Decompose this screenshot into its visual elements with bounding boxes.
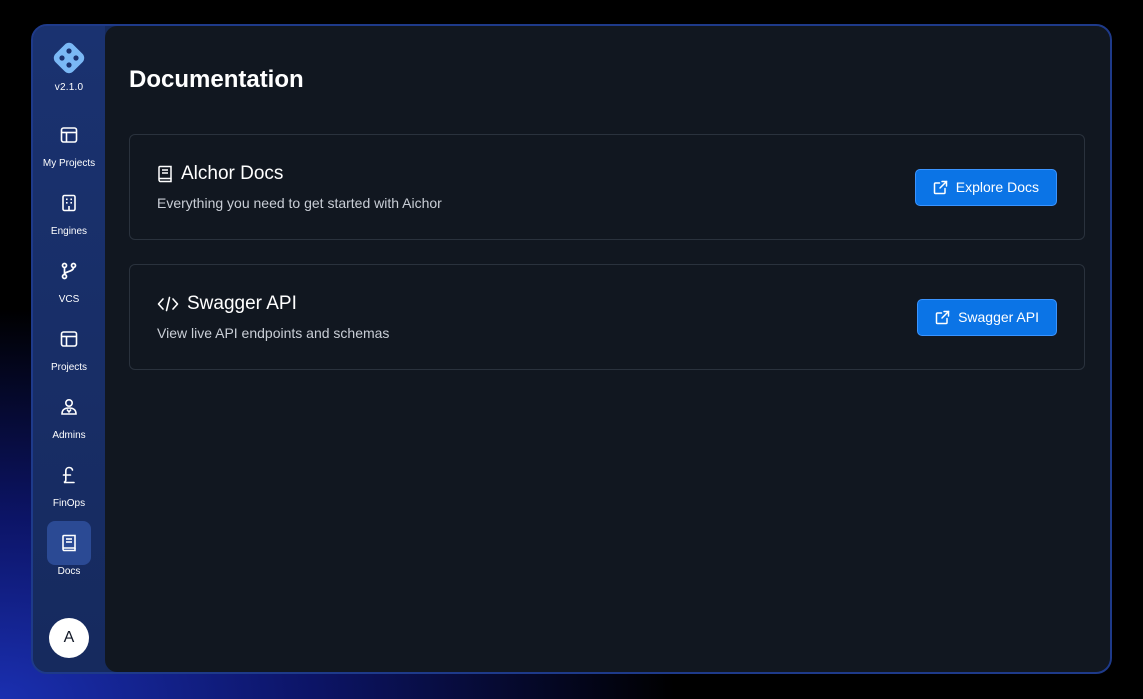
button-label: Explore Docs [955, 179, 1039, 195]
swagger-card: Swagger API View live API endpoints and … [129, 264, 1085, 370]
user-admin-icon [47, 385, 91, 429]
sidebar-item-label: Admins [52, 430, 86, 441]
code-icon [157, 296, 179, 312]
sidebar-item-label: Projects [50, 362, 88, 373]
book-icon [157, 165, 173, 183]
explore-docs-button[interactable]: Explore Docs [914, 168, 1057, 206]
card-text: Alchor Docs Everything you need to get s… [157, 163, 442, 211]
sidebar-item-docs[interactable]: Docs [33, 521, 105, 589]
sidebar-item-my-projects[interactable]: My Projects [33, 113, 105, 181]
app-shell: v2.1.0 My Projects Engines VCS Projects … [31, 24, 1112, 674]
sidebar-item-label: My Projects [42, 158, 96, 169]
sidebar-item-finops[interactable]: FinOps [33, 453, 105, 521]
sidebar-item-admins[interactable]: Admins [33, 385, 105, 453]
app-version: v2.1.0 [54, 82, 84, 93]
docs-card: Alchor Docs Everything you need to get s… [129, 134, 1085, 240]
sidebar-item-label: FinOps [52, 498, 86, 509]
app-logo-icon[interactable] [51, 40, 87, 76]
card-text: Swagger API View live API endpoints and … [157, 293, 389, 341]
card-title: Alchor Docs [181, 163, 284, 184]
book-icon [47, 521, 91, 565]
sidebar-nav: My Projects Engines VCS Projects Admins … [33, 113, 105, 589]
page-title: Documentation [129, 66, 304, 93]
card-title-row: Swagger API [157, 293, 389, 315]
git-branch-icon [47, 249, 91, 293]
layout-icon [47, 317, 91, 361]
main-content: Documentation Alchor Docs Everything you… [105, 26, 1110, 672]
external-link-icon [933, 180, 948, 195]
sidebar-item-label: Engines [50, 226, 88, 237]
button-label: Swagger API [958, 309, 1039, 325]
layout-icon [47, 113, 91, 157]
card-description: Everything you need to get started with … [157, 195, 442, 211]
swagger-api-button[interactable]: Swagger API [917, 298, 1057, 336]
sidebar-item-projects[interactable]: Projects [33, 317, 105, 385]
sidebar-item-engines[interactable]: Engines [33, 181, 105, 249]
pound-icon [47, 453, 91, 497]
card-description: View live API endpoints and schemas [157, 325, 390, 341]
sidebar-item-label: Docs [57, 566, 81, 577]
sidebar-item-vcs[interactable]: VCS [33, 249, 105, 317]
card-title: Swagger API [187, 293, 297, 314]
external-link-icon [935, 310, 950, 325]
avatar[interactable]: A [49, 618, 89, 658]
card-title-row: Alchor Docs [157, 163, 442, 185]
sidebar-item-label: VCS [58, 294, 80, 305]
building-icon [47, 181, 91, 225]
sidebar: v2.1.0 My Projects Engines VCS Projects … [33, 26, 105, 672]
